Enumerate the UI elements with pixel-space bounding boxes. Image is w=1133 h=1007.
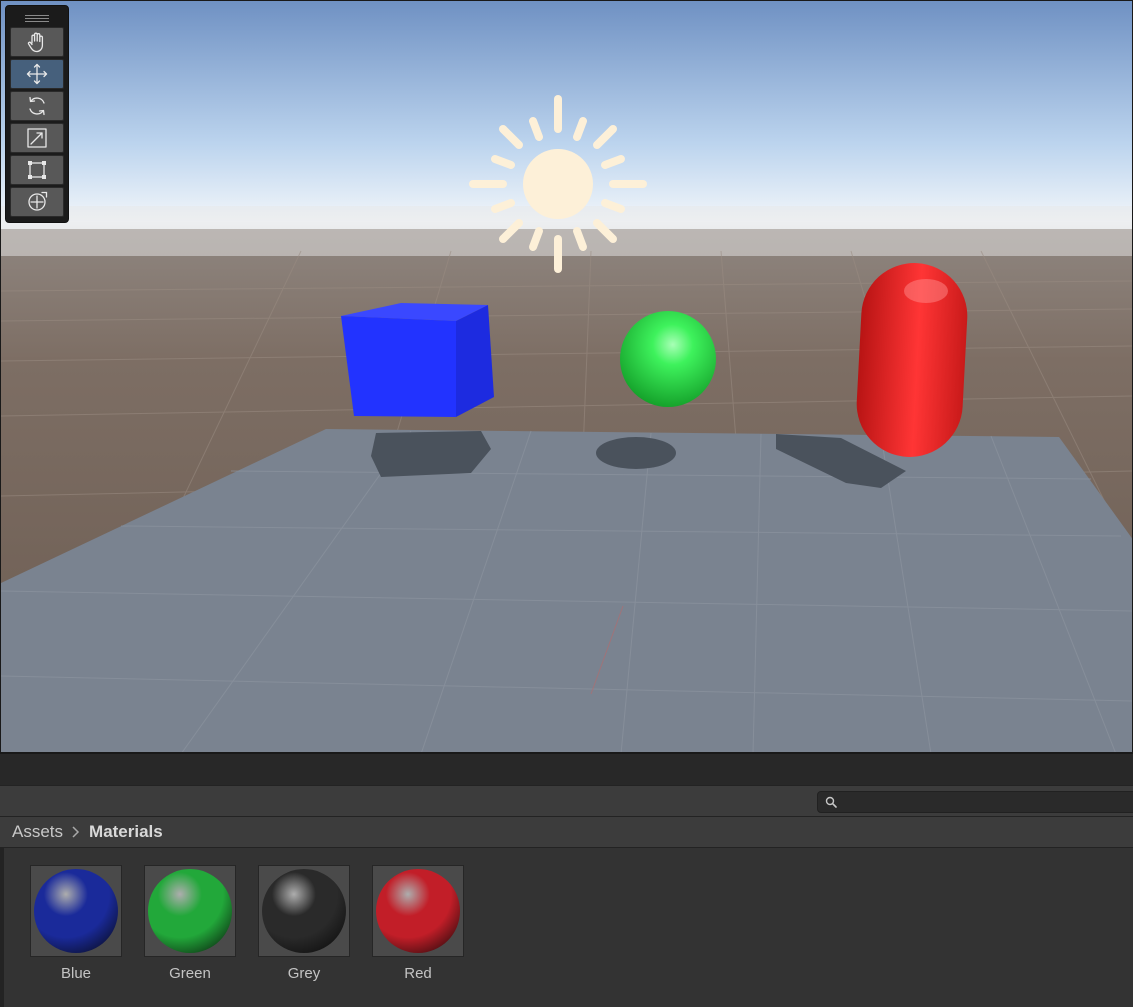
material-blue[interactable]: Blue — [30, 865, 122, 982]
overlay-grip-handle[interactable] — [10, 9, 64, 27]
search-icon — [825, 796, 837, 808]
rotate-tool-button[interactable] — [10, 91, 64, 121]
material-sphere-preview — [262, 869, 346, 953]
breadcrumb: Assets Materials — [0, 817, 1133, 848]
tools-overlay — [5, 5, 69, 223]
breadcrumb-materials[interactable]: Materials — [89, 822, 163, 842]
material-thumbnail — [372, 865, 464, 957]
breadcrumb-assets[interactable]: Assets — [12, 822, 63, 842]
material-red[interactable]: Red — [372, 865, 464, 982]
scale-tool-button[interactable] — [10, 123, 64, 153]
chevron-right-icon — [72, 826, 80, 838]
move-arrows-icon — [26, 63, 48, 85]
material-thumbnail — [144, 865, 236, 957]
asset-grid: Blue Green Grey Red — [0, 848, 1133, 1007]
material-thumbnail — [30, 865, 122, 957]
search-input[interactable] — [842, 793, 1132, 811]
material-sphere-preview — [34, 869, 118, 953]
scale-icon — [27, 128, 47, 148]
material-label: Green — [169, 965, 211, 982]
rect-tool-button[interactable] — [10, 155, 64, 185]
move-tool-button[interactable] — [10, 59, 64, 89]
material-grey[interactable]: Grey — [258, 865, 350, 982]
material-sphere-preview — [376, 869, 460, 953]
transform-icon — [28, 191, 48, 211]
scene-viewport — [1, 1, 1132, 752]
material-thumbnail — [258, 865, 350, 957]
hand-tool-button[interactable] — [10, 27, 64, 57]
material-sphere-preview — [148, 869, 232, 953]
project-toolbar — [0, 785, 1133, 817]
material-label: Red — [404, 965, 432, 982]
search-field[interactable] — [817, 791, 1133, 813]
rect-transform-icon — [28, 161, 46, 179]
scene-view[interactable] — [0, 0, 1133, 753]
rotate-icon — [29, 96, 45, 116]
material-label: Blue — [60, 965, 92, 982]
transform-tool-button[interactable] — [10, 187, 64, 217]
hand-icon — [27, 32, 44, 53]
panel-tab-bar — [0, 753, 1133, 785]
material-green[interactable]: Green — [144, 865, 236, 982]
material-label: Grey — [287, 965, 321, 982]
